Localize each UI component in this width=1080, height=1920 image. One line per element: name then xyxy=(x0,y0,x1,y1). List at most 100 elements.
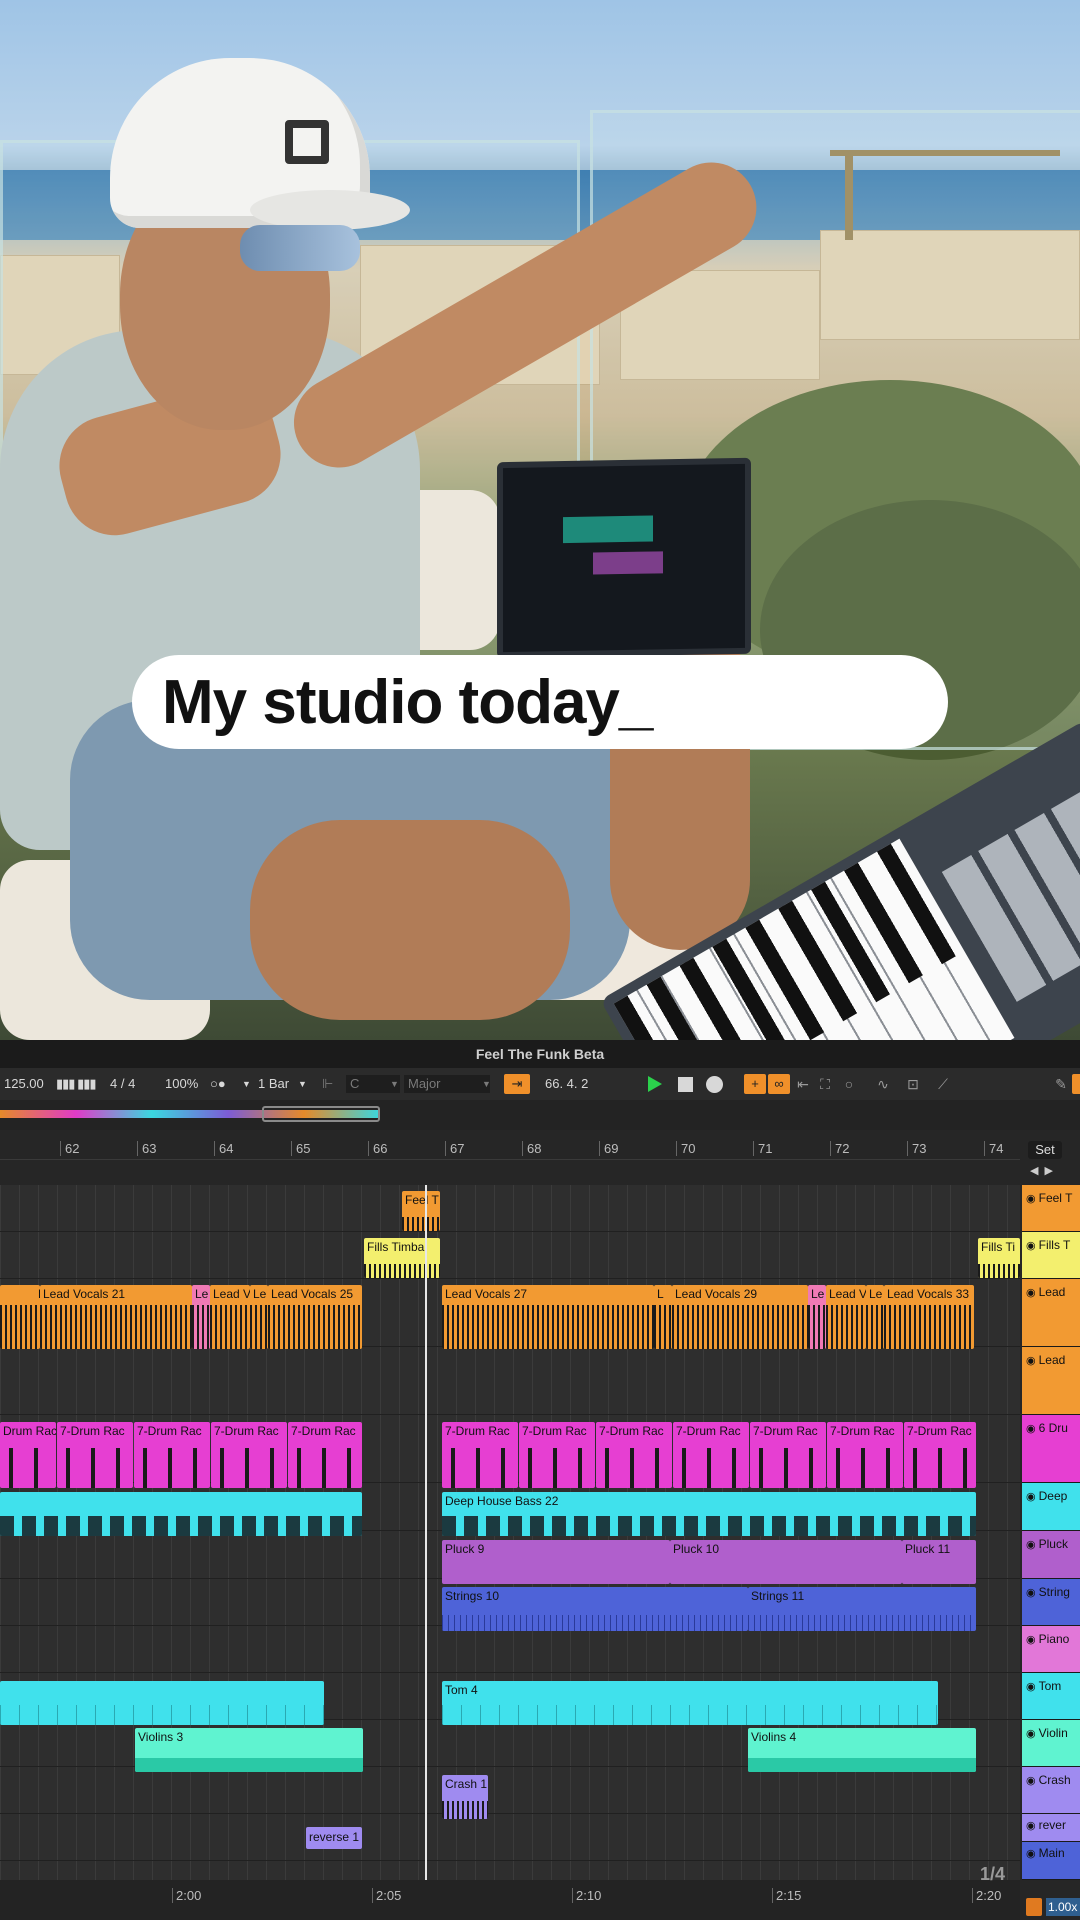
track-header[interactable]: rever xyxy=(1022,1814,1080,1842)
clip-strings[interactable]: Strings 11 xyxy=(748,1587,976,1631)
clip-lead-vocals[interactable]: Le xyxy=(250,1285,268,1349)
clip-tom[interactable] xyxy=(0,1681,324,1725)
clip-drum-rack[interactable]: 7-Drum Rac xyxy=(134,1422,210,1488)
track-header[interactable]: 6 Dru xyxy=(1022,1415,1080,1483)
clip-fills[interactable]: Fills Timbal xyxy=(364,1238,440,1278)
locator-arrows-icon[interactable]: ◀▶ xyxy=(1030,1164,1059,1177)
zoom-field[interactable]: 100% xyxy=(165,1075,198,1093)
clip-lead-vocals[interactable]: Lead V xyxy=(210,1285,250,1349)
time-marker: 2:10 xyxy=(572,1888,601,1903)
clip-fills[interactable]: Fills Ti xyxy=(978,1238,1020,1278)
waveform xyxy=(826,1305,866,1349)
capture-icon[interactable]: ⛶ xyxy=(816,1075,834,1093)
clip-drum-rack[interactable]: 7-Drum Rac xyxy=(57,1422,133,1488)
bar-ruler[interactable]: 62 63 64 65 66 67 68 69 70 71 72 73 74 xyxy=(0,1138,1020,1160)
bar-marker: 70 xyxy=(676,1141,695,1156)
tempo-field[interactable]: 125.00 xyxy=(4,1075,44,1093)
back-to-arrangement-icon[interactable]: ⇤ xyxy=(794,1075,812,1093)
clip-lead-vocals[interactable]: Lead Vocals 21 xyxy=(40,1285,192,1349)
clip-drum-rack[interactable]: 7-Drum Rac xyxy=(596,1422,672,1488)
track-header[interactable]: Tom xyxy=(1022,1673,1080,1720)
lane xyxy=(0,1232,1020,1279)
chevron-down-icon[interactable]: ▼ xyxy=(482,1075,491,1093)
clip-bass[interactable] xyxy=(0,1492,362,1536)
track-header[interactable]: Main xyxy=(1022,1842,1080,1880)
clip-lead-vocals[interactable]: Lead Vocals 25 xyxy=(268,1285,362,1349)
track-header[interactable]: Crash xyxy=(1022,1767,1080,1814)
midi-notes xyxy=(673,1448,749,1488)
midi-notes xyxy=(288,1448,362,1488)
track-header[interactable]: Lead xyxy=(1022,1279,1080,1347)
time-signature[interactable]: 4 / 4 xyxy=(110,1075,135,1093)
play-icon[interactable] xyxy=(648,1076,662,1092)
set-button[interactable]: Set xyxy=(1028,1141,1062,1159)
track-header[interactable]: Piano xyxy=(1022,1626,1080,1673)
waveform xyxy=(654,1305,672,1349)
clip-drum-rack[interactable]: 7-Drum Rac xyxy=(750,1422,826,1488)
track-header[interactable]: Violin xyxy=(1022,1720,1080,1767)
track-header[interactable]: Lead xyxy=(1022,1347,1080,1415)
pencil-icon[interactable]: ✎ xyxy=(1052,1075,1070,1093)
clip-lead-vocals[interactable]: Le xyxy=(192,1285,210,1349)
clip-drum-rack[interactable]: 7-Drum Rac xyxy=(673,1422,749,1488)
clip-pluck[interactable]: Pluck 9 xyxy=(442,1540,670,1584)
overdub-button[interactable]: + xyxy=(744,1074,766,1094)
clip-drum-rack[interactable]: 7-Drum Rac xyxy=(211,1422,287,1488)
scale-select[interactable]: Major xyxy=(404,1075,490,1093)
clip-lead-vocals[interactable]: Lead Vocals 29 xyxy=(672,1285,808,1349)
clip-violins[interactable]: Violins 4 xyxy=(748,1728,976,1772)
clip-pluck[interactable]: Pluck 10 xyxy=(670,1540,902,1584)
page-indicator: 1/4 xyxy=(980,1864,1006,1884)
time-ruler[interactable]: 2:00 2:05 2:10 2:15 2:20 xyxy=(0,1880,1020,1920)
track-header[interactable]: Pluck xyxy=(1022,1531,1080,1579)
clip-crash[interactable]: Crash 1 xyxy=(442,1775,488,1819)
clip-lead-vocals[interactable]: Le xyxy=(866,1285,884,1349)
chevron-down-icon[interactable]: ▼ xyxy=(242,1075,251,1093)
track-header[interactable]: Fills T xyxy=(1022,1232,1080,1279)
chevron-down-icon[interactable]: ▼ xyxy=(298,1075,307,1093)
tap-tempo-icon[interactable]: ▮▮▮ ▮▮▮ xyxy=(56,1075,97,1093)
draw-mode-icon[interactable]: ⊡ xyxy=(904,1075,922,1093)
quantize-select[interactable]: 1 Bar xyxy=(258,1075,289,1093)
metronome-toggle[interactable]: ○● xyxy=(210,1075,226,1093)
clip-lead-vocals[interactable]: Lead Vocals 27 xyxy=(442,1285,654,1349)
clip-feel[interactable]: Feel T xyxy=(402,1191,440,1231)
clip-drum-rack[interactable]: Drum Rac xyxy=(0,1422,56,1488)
clip-drum-rack[interactable]: 7-Drum Rac xyxy=(288,1422,362,1488)
fade-icon[interactable]: ⟋ xyxy=(934,1075,952,1093)
clip-reverse[interactable]: reverse 1 xyxy=(306,1827,362,1849)
follow-button[interactable]: ⇥ xyxy=(504,1074,530,1094)
cpu-icon xyxy=(1026,1898,1042,1916)
track-header[interactable]: String xyxy=(1022,1579,1080,1626)
clip-drum-rack[interactable]: 7-Drum Rac xyxy=(827,1422,903,1488)
position-field[interactable]: 66. 4. 2 xyxy=(545,1075,588,1093)
key-icon[interactable]: ⊩ xyxy=(322,1075,333,1093)
clip-drum-rack[interactable]: 7-Drum Rac xyxy=(442,1422,518,1488)
clip-violins[interactable]: Violins 3 xyxy=(135,1728,363,1772)
stop-icon[interactable] xyxy=(678,1077,693,1092)
clip-tom[interactable]: Tom 4 xyxy=(442,1681,938,1725)
clip-pluck[interactable]: Pluck 11 xyxy=(902,1540,976,1584)
playhead[interactable] xyxy=(425,1185,427,1885)
record-icon[interactable] xyxy=(706,1076,723,1093)
arrangement-grid[interactable]: Feel T Fills Timbal Fills Ti L Lead Voca… xyxy=(0,1185,1020,1880)
loop-icon[interactable]: ○ xyxy=(840,1075,858,1093)
clip-lead-vocals[interactable]: Le xyxy=(808,1285,826,1349)
clip-drum-rack[interactable]: 7-Drum Rac xyxy=(519,1422,595,1488)
clip-drum-rack[interactable]: 7-Drum Rac xyxy=(904,1422,976,1488)
automation-arm-button[interactable]: ∞ xyxy=(768,1074,790,1094)
clip-bass[interactable]: Deep House Bass 22 xyxy=(442,1492,976,1536)
clip-strings[interactable]: Strings 10 xyxy=(442,1587,748,1631)
arrangement-overview[interactable] xyxy=(0,1100,1080,1130)
clip-lead-vocals[interactable]: L xyxy=(0,1285,40,1349)
track-header[interactable]: Feel T xyxy=(1022,1185,1080,1232)
bar-marker: 64 xyxy=(214,1141,233,1156)
zoom-badge[interactable]: 1.00x xyxy=(1046,1898,1080,1916)
track-header[interactable]: Deep xyxy=(1022,1483,1080,1531)
overview-frame[interactable] xyxy=(262,1106,380,1122)
clip-lead-vocals[interactable]: L xyxy=(654,1285,672,1349)
clip-lead-vocals[interactable]: Lead Vocals 33 xyxy=(884,1285,974,1349)
chevron-down-icon[interactable]: ▼ xyxy=(390,1075,399,1093)
clip-lead-vocals[interactable]: Lead V xyxy=(826,1285,866,1349)
curve-icon[interactable]: ∿ xyxy=(874,1075,892,1093)
